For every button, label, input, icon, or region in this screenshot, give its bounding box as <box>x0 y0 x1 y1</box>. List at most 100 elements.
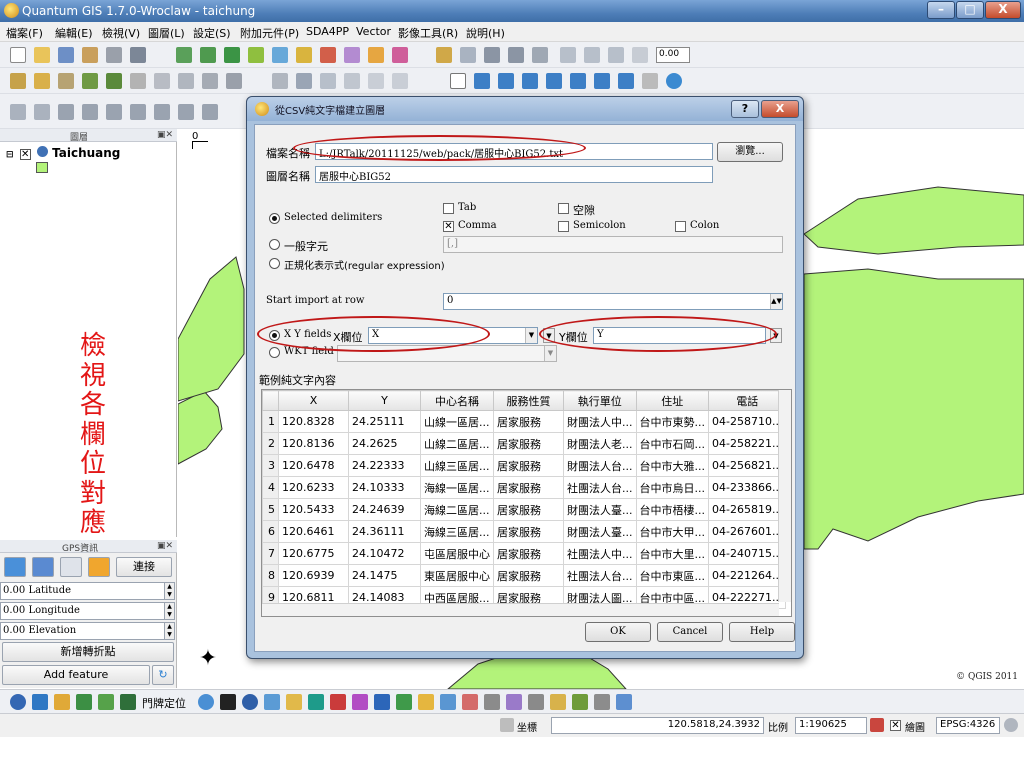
table-cell[interactable]: 24.25111 <box>348 410 421 433</box>
space-checkbox[interactable] <box>558 203 569 214</box>
scale-field[interactable]: 1:190625 <box>795 717 867 734</box>
zoom-next-icon[interactable] <box>618 73 634 89</box>
tool-19-icon[interactable] <box>462 694 478 710</box>
table-cell[interactable]: 120.6478 <box>278 454 349 477</box>
table-cell[interactable]: 04-258221... <box>707 432 787 455</box>
table-cell[interactable]: 社團法人台... <box>563 564 637 587</box>
zoom-full-icon[interactable] <box>522 73 538 89</box>
table-cell[interactable]: 台中市大甲... <box>635 520 709 543</box>
layer-item-taichuang[interactable]: ⊟ ✕ Taichuang <box>6 146 120 160</box>
gps-panel-float-close-icon[interactable]: ▣✕ <box>157 541 173 551</box>
start-row-spin[interactable]: ▲▼ <box>770 294 782 309</box>
tool-16-icon[interactable] <box>396 694 412 710</box>
add-raster-icon[interactable] <box>200 47 216 63</box>
selected-delimiters-radio[interactable] <box>269 213 280 224</box>
tab-checkbox[interactable] <box>443 203 454 214</box>
column-header[interactable]: 中心名稱 <box>420 390 494 411</box>
tool-13-icon[interactable] <box>330 694 346 710</box>
digitize-b-icon[interactable] <box>296 73 312 89</box>
expand-icon[interactable]: ⊟ <box>6 150 14 160</box>
tool-17-icon[interactable] <box>418 694 434 710</box>
add-csv-layer-icon[interactable] <box>368 47 384 63</box>
help-button[interactable]: Help <box>729 622 795 642</box>
save-project-icon[interactable] <box>58 47 74 63</box>
semicolon-checkbox[interactable] <box>558 221 569 232</box>
column-header[interactable]: Y <box>348 390 421 411</box>
tool-5-icon[interactable] <box>98 694 114 710</box>
sample-table[interactable]: X Y 中心名稱 服務性質 執行單位 住址 電話 1 120.8328 24.251… <box>261 389 792 617</box>
menu-view[interactable]: 檢視(V) <box>102 25 140 41</box>
tool-21-icon[interactable] <box>506 694 522 710</box>
gps-options-icon[interactable] <box>88 557 110 577</box>
gps-tools-icon[interactable] <box>392 47 408 63</box>
tool-18-icon[interactable] <box>440 694 456 710</box>
table-row[interactable]: 7 120.6775 24.10472 屯區居服中心 居家服務 社團法人中... 台中市大里… <box>262 542 787 565</box>
copy-icon[interactable] <box>584 47 600 63</box>
map-tips-icon[interactable] <box>666 73 682 89</box>
add-vertex-button[interactable]: 新增轉折點 <box>2 642 174 662</box>
add-wms-icon[interactable] <box>272 47 288 63</box>
tool-23-icon[interactable] <box>550 694 566 710</box>
menu-help[interactable]: 說明(H) <box>466 25 505 41</box>
tool-26-icon[interactable] <box>616 694 632 710</box>
digitize-e-icon[interactable] <box>368 73 384 89</box>
table-cell[interactable]: 社團法人中... <box>563 542 637 565</box>
table-cell[interactable]: 財團法人臺... <box>563 520 637 543</box>
regex-radio[interactable] <box>269 258 280 269</box>
snapping-icon[interactable] <box>632 47 648 63</box>
table-cell[interactable]: 財團法人台... <box>563 454 637 477</box>
table-cell[interactable]: 居家服務 <box>493 542 564 565</box>
digitize-a-icon[interactable] <box>272 73 288 89</box>
delete-selected-icon[interactable] <box>532 47 548 63</box>
save-edits-icon[interactable] <box>460 47 476 63</box>
table-cell[interactable]: 120.6233 <box>278 476 349 499</box>
coord-toggle-icon[interactable] <box>500 718 514 732</box>
refresh-icon[interactable] <box>642 73 658 89</box>
digitize-d-icon[interactable] <box>344 73 360 89</box>
tool-2-icon[interactable] <box>32 694 48 710</box>
tool-15-icon[interactable] <box>374 694 390 710</box>
colon-checkbox[interactable] <box>675 221 686 232</box>
table-cell[interactable]: 24.24639 <box>348 498 421 521</box>
cancel-button[interactable]: Cancel <box>657 622 723 642</box>
add-vector-icon[interactable] <box>176 47 192 63</box>
x-field-dropdown-icon[interactable]: ▼ <box>525 328 537 343</box>
table-cell[interactable]: 04-265819... <box>707 498 787 521</box>
plugin-c-icon[interactable] <box>58 73 74 89</box>
tool-11-icon[interactable] <box>286 694 302 710</box>
table-cell[interactable]: 24.2625 <box>348 432 421 455</box>
table-cell[interactable]: 120.6939 <box>278 564 349 587</box>
column-header[interactable]: 服務性質 <box>493 390 564 411</box>
table-cell[interactable]: 海線三區居... <box>420 520 494 543</box>
print-icon[interactable] <box>106 47 122 63</box>
paste-icon[interactable] <box>608 47 624 63</box>
tool-25-icon[interactable] <box>594 694 610 710</box>
table-cell[interactable]: 120.8136 <box>278 432 349 455</box>
menu-file[interactable]: 檔案(F) <box>6 25 43 41</box>
table-cell[interactable]: 居家服務 <box>493 454 564 477</box>
plugin-g-icon[interactable] <box>154 73 170 89</box>
render-checkbox[interactable]: ✕ <box>890 720 901 731</box>
table-cell[interactable]: 120.6775 <box>278 542 349 565</box>
table-cell[interactable]: 山線一區居... <box>420 410 494 433</box>
column-header[interactable]: X <box>278 390 349 411</box>
plugin-j-icon[interactable] <box>226 73 242 89</box>
maximize-button[interactable]: □ <box>956 1 984 19</box>
table-cell[interactable]: 120.5433 <box>278 498 349 521</box>
column-header[interactable]: 電話 <box>707 390 787 411</box>
attr-d-icon[interactable] <box>130 104 146 120</box>
table-cell[interactable]: 台中市烏日... <box>635 476 709 499</box>
tool-9-icon[interactable] <box>242 694 258 710</box>
digitize-f-icon[interactable] <box>392 73 408 89</box>
dialog-help-button[interactable]: ? <box>731 100 759 118</box>
cut-icon[interactable] <box>560 47 576 63</box>
add-postgis-icon[interactable] <box>224 47 240 63</box>
menu-sda4pp[interactable]: SDA4PP <box>306 25 349 38</box>
dialog-close-button[interactable]: X <box>761 100 799 118</box>
door-locate-label[interactable]: 門牌定位 <box>142 695 186 711</box>
table-cell[interactable]: 120.8328 <box>278 410 349 433</box>
latitude-field[interactable]: 0.00 Latitude ▲ ▼ <box>0 582 175 600</box>
table-cell[interactable]: 24.36111 <box>348 520 421 543</box>
table-cell[interactable]: 04-256821... <box>707 454 787 477</box>
pan-icon[interactable] <box>450 73 466 89</box>
